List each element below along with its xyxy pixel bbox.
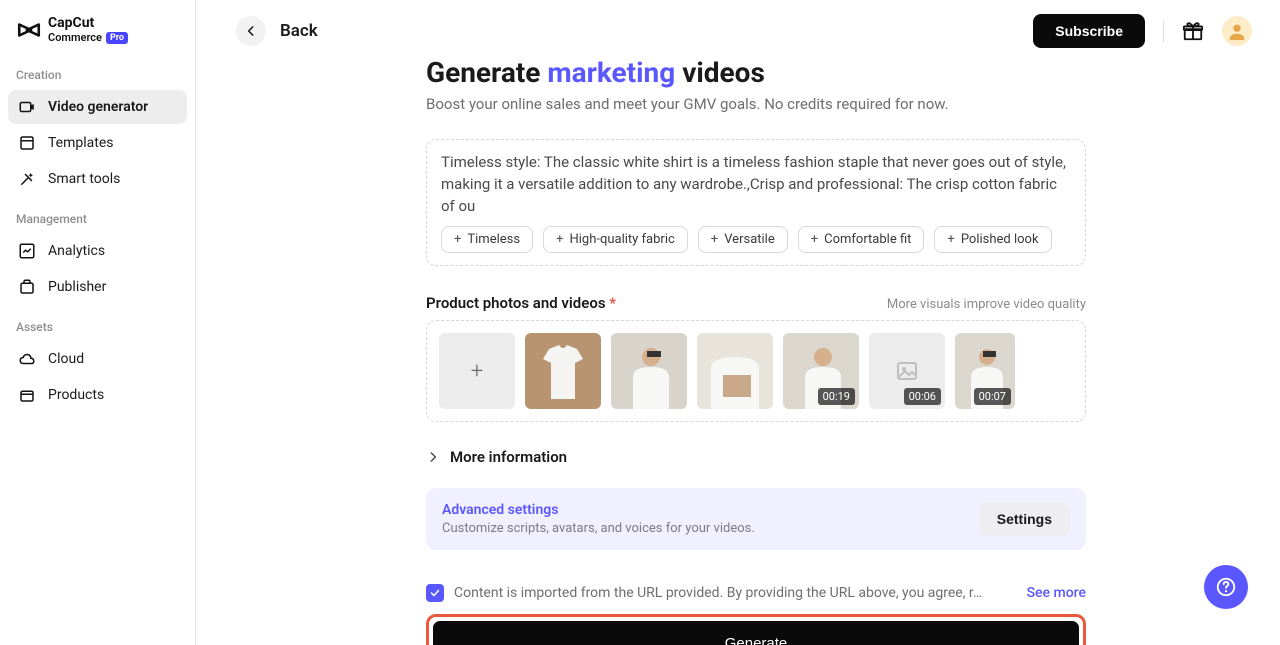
- more-info-label: More information: [450, 448, 567, 466]
- check-icon: [429, 587, 441, 599]
- help-icon: [1215, 576, 1237, 598]
- sidebar-item-label: Templates: [48, 135, 114, 151]
- pro-badge: Pro: [106, 32, 128, 44]
- plus-icon: +: [454, 232, 461, 247]
- main: Back Subscribe Generate marketing videos…: [196, 0, 1280, 645]
- generate-highlight: Generate: [426, 614, 1086, 645]
- avatar-icon: [1226, 20, 1248, 42]
- sidebar-item-templates[interactable]: Templates: [8, 126, 187, 160]
- description-card: Timeless style: The classic white shirt …: [426, 139, 1086, 266]
- tag-polished-look[interactable]: +Polished look: [934, 226, 1051, 253]
- media-section-hint: More visuals improve video quality: [887, 297, 1086, 312]
- capcut-logo-icon: [16, 17, 42, 43]
- templates-icon: [18, 134, 36, 152]
- plus-icon: +: [471, 359, 483, 384]
- image-placeholder-icon: [895, 359, 919, 383]
- more-information-toggle[interactable]: More information: [426, 448, 1086, 466]
- subscribe-button[interactable]: Subscribe: [1033, 14, 1145, 48]
- media-board: + 00:19: [426, 320, 1086, 422]
- publisher-icon: [18, 278, 36, 296]
- media-thumb[interactable]: [697, 333, 773, 409]
- products-icon: [18, 386, 36, 404]
- plus-icon: +: [811, 232, 818, 247]
- section-title-management: Management: [8, 198, 187, 232]
- settings-button[interactable]: Settings: [979, 502, 1070, 536]
- sidebar-item-label: Video generator: [48, 99, 148, 115]
- sidebar-item-cloud[interactable]: Cloud: [8, 342, 187, 376]
- advanced-subtitle: Customize scripts, avatars, and voices f…: [442, 521, 755, 536]
- section-title-assets: Assets: [8, 306, 187, 340]
- brand-name: CapCut: [48, 16, 128, 31]
- back-label: Back: [280, 21, 318, 41]
- gift-icon[interactable]: [1182, 20, 1204, 42]
- media-thumb-video[interactable]: 00:07: [955, 333, 1015, 409]
- duration-badge: 00:07: [974, 388, 1011, 405]
- content: Generate marketing videos Boost your onl…: [196, 58, 1280, 645]
- see-more-link[interactable]: See more: [1027, 585, 1086, 601]
- advanced-settings-card: Advanced settings Customize scripts, ava…: [426, 488, 1086, 550]
- video-generator-icon: [18, 98, 36, 116]
- media-thumb-video[interactable]: 00:06: [869, 333, 945, 409]
- sidebar-item-analytics[interactable]: Analytics: [8, 234, 187, 268]
- media-add-button[interactable]: +: [439, 333, 515, 409]
- sidebar: CapCut Commerce Pro Creation Video gener…: [0, 0, 196, 645]
- shirt-image-icon: [525, 333, 601, 409]
- topbar: Back Subscribe: [196, 0, 1280, 58]
- logo[interactable]: CapCut Commerce Pro: [8, 16, 187, 54]
- media-section-label: Product photos and videos *: [426, 294, 616, 312]
- tag-high-quality-fabric[interactable]: +High-quality fabric: [543, 226, 688, 253]
- smart-tools-icon: [18, 170, 36, 188]
- sidebar-item-video-generator[interactable]: Video generator: [8, 90, 187, 124]
- duration-badge: 00:06: [904, 388, 941, 405]
- chevron-right-icon: [426, 450, 440, 464]
- brand-sub: Commerce Pro: [48, 31, 128, 44]
- sidebar-item-smart-tools[interactable]: Smart tools: [8, 162, 187, 196]
- avatar[interactable]: [1222, 16, 1252, 46]
- sidebar-item-label: Smart tools: [48, 171, 120, 187]
- divider: [1163, 20, 1164, 42]
- sidebar-item-label: Publisher: [48, 279, 106, 295]
- media-thumb[interactable]: [525, 333, 601, 409]
- person-image-icon: [611, 333, 687, 409]
- sidebar-item-label: Cloud: [48, 351, 84, 367]
- analytics-icon: [18, 242, 36, 260]
- plus-icon: +: [947, 232, 954, 247]
- duration-badge: 00:19: [818, 388, 855, 405]
- cloud-icon: [18, 350, 36, 368]
- tag-comfortable-fit[interactable]: +Comfortable fit: [798, 226, 925, 253]
- sidebar-item-publisher[interactable]: Publisher: [8, 270, 187, 304]
- generate-button[interactable]: Generate: [433, 621, 1079, 645]
- media-thumb-video[interactable]: 00:19: [783, 333, 859, 409]
- consent-text: Content is imported from the URL provide…: [454, 585, 1017, 601]
- page-subtitle: Boost your online sales and meet your GM…: [426, 95, 1086, 113]
- consent-checkbox[interactable]: [426, 584, 444, 602]
- help-button[interactable]: [1204, 565, 1248, 609]
- media-thumb[interactable]: [611, 333, 687, 409]
- sidebar-item-label: Analytics: [48, 243, 105, 259]
- sidebar-item-label: Products: [48, 387, 104, 403]
- section-title-creation: Creation: [8, 54, 187, 88]
- description-text: Timeless style: The classic white shirt …: [441, 152, 1071, 216]
- advanced-title: Advanced settings: [442, 502, 755, 518]
- sidebar-item-products[interactable]: Products: [8, 378, 187, 412]
- plus-icon: +: [556, 232, 563, 247]
- person-image-icon: [697, 333, 773, 409]
- tag-timeless[interactable]: +Timeless: [441, 226, 533, 253]
- tag-row: +Timeless +High-quality fabric +Versatil…: [441, 226, 1071, 253]
- plus-icon: +: [711, 232, 718, 247]
- back-button[interactable]: [236, 16, 266, 46]
- chevron-left-icon: [244, 24, 258, 38]
- tag-versatile[interactable]: +Versatile: [698, 226, 788, 253]
- page-title: Generate marketing videos: [426, 58, 1086, 89]
- consent-row: Content is imported from the URL provide…: [426, 584, 1086, 602]
